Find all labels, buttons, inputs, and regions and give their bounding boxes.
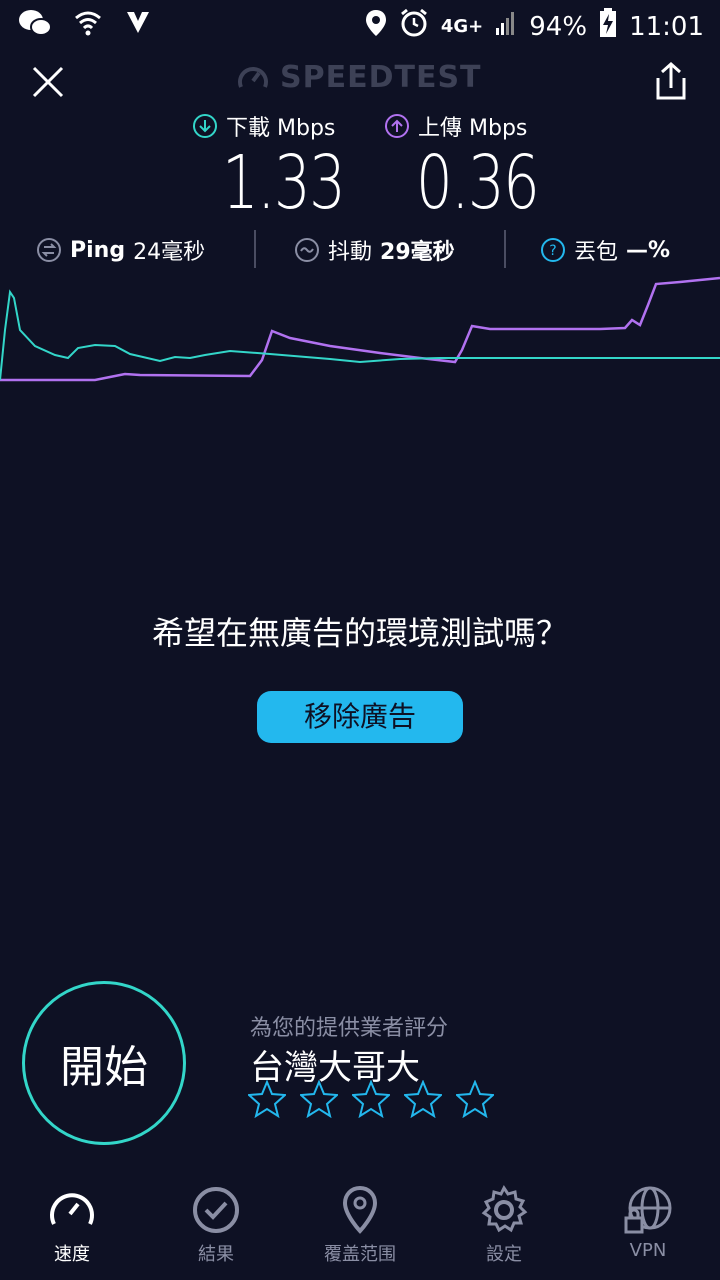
bottom-navigation: 速度 結果 覆盖范围 設定 VPN: [0, 1176, 720, 1280]
jitter-label: 抖動: [328, 240, 373, 265]
upload-label: 上傳 Mbps: [384, 110, 527, 142]
battery-percent: 94%: [529, 11, 588, 42]
loss-label: 丟包: [574, 240, 619, 265]
nav-vpn[interactable]: VPN: [588, 1176, 708, 1261]
map-pin-icon: [342, 1185, 378, 1234]
ping-icon: [37, 238, 61, 262]
packet-loss-stat[interactable]: ? 丟包 —%: [540, 234, 670, 266]
network-type: 4G+: [440, 16, 484, 37]
status-bar: 4G+ 94% 11:01: [0, 0, 720, 50]
speedtest-gauge-icon: [238, 66, 268, 88]
share-button[interactable]: [648, 60, 694, 104]
nav-settings[interactable]: 設定: [444, 1176, 564, 1266]
nav-results[interactable]: 結果: [156, 1176, 276, 1266]
jitter-value: 29毫秒: [380, 240, 455, 265]
download-value: 1.33: [222, 140, 346, 226]
location-icon: [365, 9, 387, 44]
upload-arrow-icon: [385, 114, 409, 138]
speedtest-logo: SPEEDTEST: [236, 60, 482, 95]
gear-icon: [481, 1185, 528, 1233]
battery-charging-icon: [599, 8, 617, 45]
download-arrow-icon: [193, 114, 217, 138]
remove-ads-button[interactable]: 移除廣告: [257, 691, 463, 743]
divider: [254, 230, 256, 268]
app-notification-icon: [124, 9, 152, 41]
start-label: 開始: [60, 1042, 148, 1093]
svg-text:?: ?: [549, 243, 556, 259]
logo-text: SPEEDTEST: [280, 60, 482, 95]
ad-free-prompt: 希望在無廣告的環境測試嗎？: [151, 614, 568, 652]
rating-stars: [248, 1080, 494, 1118]
close-icon: [32, 66, 64, 98]
jitter-icon: [295, 238, 319, 262]
check-circle-icon: [193, 1187, 239, 1233]
close-button[interactable]: [26, 60, 70, 104]
share-icon: [656, 61, 686, 100]
alarm-icon: [399, 8, 429, 45]
loss-value: —%: [626, 237, 671, 263]
rate-provider-label: 為您的提供業者評分: [250, 1016, 449, 1041]
speed-graph: [0, 276, 720, 382]
download-graph-line: [0, 289, 720, 381]
speed-gauge-icon: [50, 1193, 94, 1225]
globe-lock-icon: [624, 1186, 672, 1234]
jitter-stat: 抖動 29毫秒: [294, 234, 455, 266]
wechat-icon: [18, 8, 52, 42]
download-label: 下載 Mbps: [192, 110, 335, 142]
signal-icon: [495, 10, 517, 43]
star-icon[interactable]: [300, 1080, 338, 1118]
star-icon[interactable]: [456, 1080, 494, 1118]
clock: 11:01: [629, 11, 704, 42]
nav-speed[interactable]: 速度: [12, 1176, 132, 1266]
ping-value: 24毫秒: [133, 240, 206, 265]
stats-row: Ping 24毫秒 抖動 29毫秒 ? 丟包 —%: [0, 230, 720, 274]
help-icon: ?: [541, 238, 565, 262]
ping-label: Ping: [70, 237, 126, 263]
start-test-button[interactable]: 開始: [22, 981, 186, 1145]
nav-coverage[interactable]: 覆盖范围: [300, 1176, 420, 1266]
ping-stat: Ping 24毫秒: [36, 234, 205, 266]
upload-value: 0.36: [416, 140, 540, 226]
star-icon[interactable]: [248, 1080, 286, 1118]
divider: [504, 230, 506, 268]
wifi-icon: [74, 9, 102, 41]
star-icon[interactable]: [404, 1080, 442, 1118]
upload-graph-line: [0, 276, 720, 382]
star-icon[interactable]: [352, 1080, 390, 1118]
